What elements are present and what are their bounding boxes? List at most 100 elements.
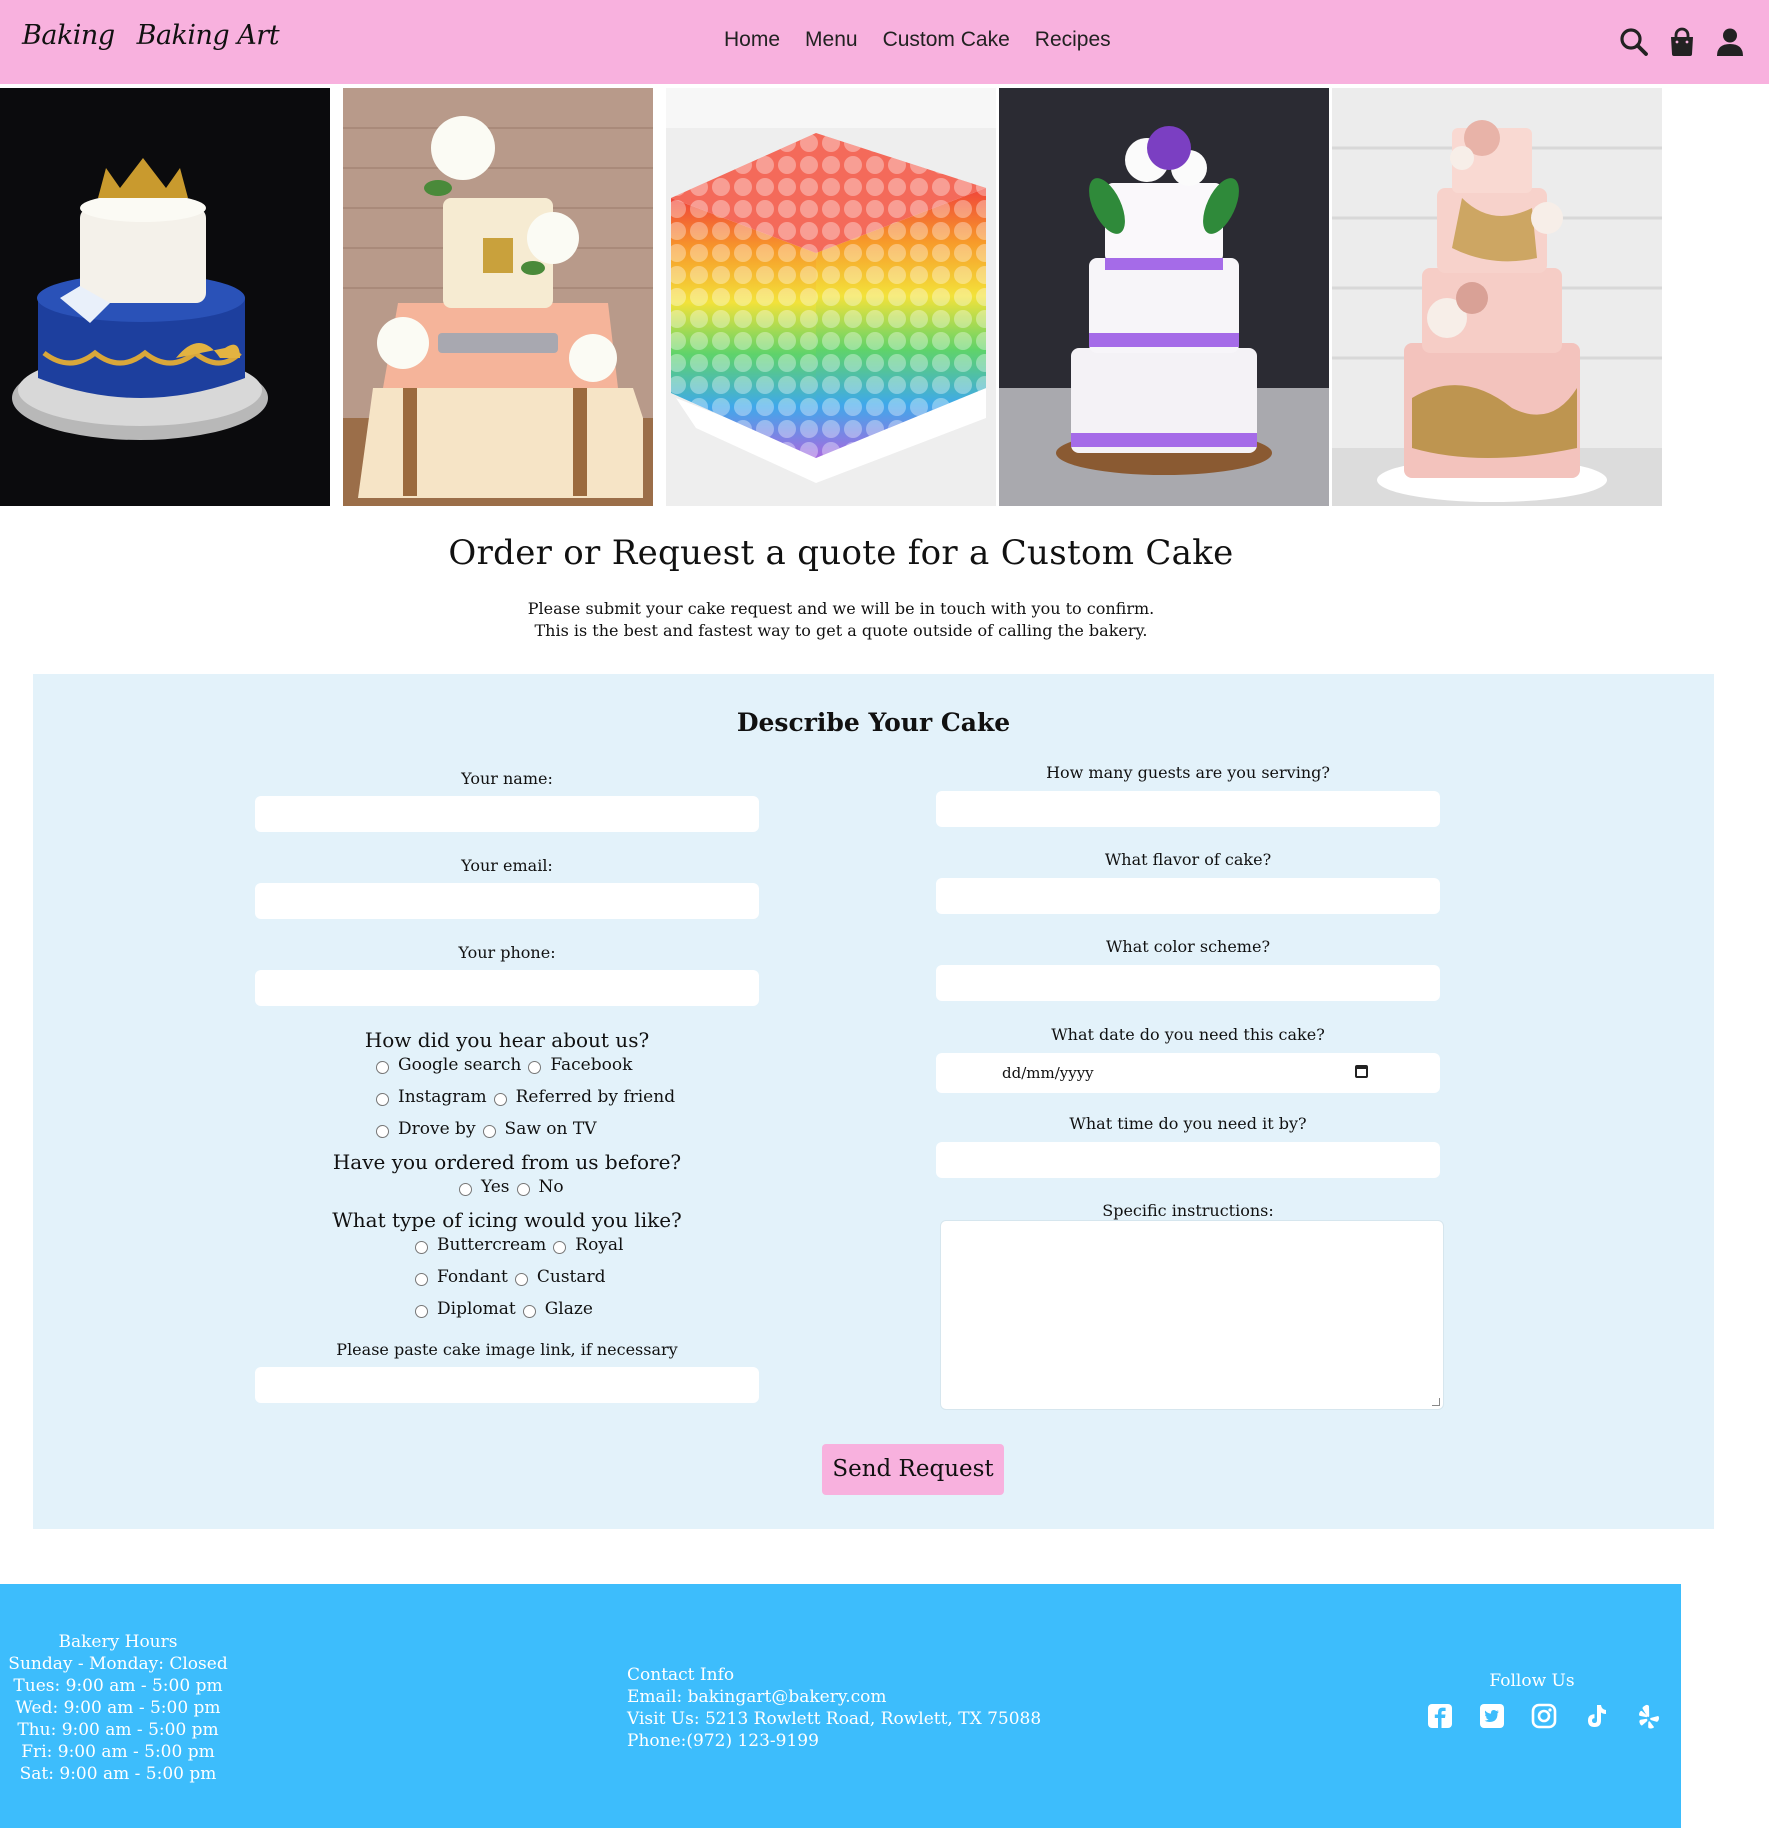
option-label: Glaze bbox=[544, 1299, 593, 1319]
image-link-input[interactable] bbox=[255, 1367, 759, 1403]
cake-gallery bbox=[0, 88, 1662, 506]
hours-line: Fri: 9:00 am - 5:00 pm bbox=[21, 1742, 215, 1762]
top-nav: Baking Baking Art Home Menu Custom Cake R… bbox=[0, 0, 1769, 84]
custom-cake-form: Describe Your Cake Your name: Your email… bbox=[33, 674, 1714, 1529]
phone-label: Your phone: bbox=[458, 943, 556, 962]
hours-line: Sat: 9:00 am - 5:00 pm bbox=[19, 1764, 217, 1784]
facebook-icon[interactable] bbox=[1426, 1702, 1454, 1730]
instructions-textarea[interactable] bbox=[940, 1220, 1444, 1410]
radio-button[interactable] bbox=[553, 1240, 567, 1254]
radio-button[interactable] bbox=[493, 1092, 507, 1106]
hear-options-row-1: Google search Facebook bbox=[376, 1055, 639, 1075]
radio-button[interactable] bbox=[528, 1060, 542, 1074]
radio-button[interactable] bbox=[415, 1272, 428, 1286]
hear-option-facebook[interactable]: Facebook bbox=[528, 1055, 632, 1075]
ordered-option-yes[interactable]: Yes bbox=[459, 1177, 510, 1197]
page-title: Order or Request a quote for a Custom Ca… bbox=[448, 533, 1234, 573]
logo-part-2: Baking Art bbox=[136, 20, 280, 51]
nav-link-home[interactable]: Home bbox=[724, 28, 780, 52]
ordered-option-no[interactable]: No bbox=[516, 1177, 564, 1197]
ordered-before-question: Have you ordered from us before? bbox=[332, 1150, 682, 1174]
contact-address: Visit Us: 5213 Rowlett Road, Rowlett, TX… bbox=[627, 1709, 1042, 1729]
site-logo[interactable]: Baking Baking Art bbox=[22, 20, 280, 51]
radio-button[interactable] bbox=[376, 1124, 389, 1138]
nav-link-recipes[interactable]: Recipes bbox=[1035, 28, 1111, 52]
instructions-label: Specific instructions: bbox=[1102, 1201, 1274, 1220]
hear-option-drove-by[interactable]: Drove by bbox=[376, 1119, 476, 1139]
icing-option-glaze[interactable]: Glaze bbox=[522, 1299, 593, 1319]
main-menu: Home Menu Custom Cake Recipes bbox=[724, 28, 1136, 52]
icing-options-row-3: Diplomat Glaze bbox=[415, 1299, 600, 1319]
icing-option-fondant[interactable]: Fondant bbox=[415, 1267, 508, 1287]
search-icon[interactable] bbox=[1619, 27, 1649, 57]
icing-option-royal[interactable]: Royal bbox=[553, 1235, 623, 1255]
option-label: Yes bbox=[481, 1177, 510, 1197]
radio-button[interactable] bbox=[522, 1304, 536, 1318]
cake-image-pink-gold bbox=[1332, 88, 1662, 506]
color-scheme-label: What color scheme? bbox=[1105, 937, 1271, 956]
time-label: What time do you need it by? bbox=[1069, 1114, 1307, 1133]
cake-image-purple-wedding bbox=[999, 88, 1329, 506]
hours-line: Wed: 9:00 am - 5:00 pm bbox=[15, 1698, 221, 1718]
flavor-input[interactable] bbox=[936, 878, 1440, 914]
send-request-button[interactable]: Send Request bbox=[822, 1444, 1004, 1495]
radio-button[interactable] bbox=[514, 1272, 528, 1286]
option-label: Buttercream bbox=[437, 1235, 547, 1255]
color-scheme-input[interactable] bbox=[936, 965, 1440, 1001]
twitter-icon[interactable] bbox=[1478, 1702, 1506, 1730]
nav-link-menu[interactable]: Menu bbox=[805, 28, 858, 52]
user-icon[interactable] bbox=[1715, 27, 1745, 57]
hear-option-tv[interactable]: Saw on TV bbox=[482, 1119, 597, 1139]
icing-option-diplomat[interactable]: Diplomat bbox=[415, 1299, 516, 1319]
instagram-icon[interactable] bbox=[1530, 1702, 1558, 1730]
calendar-icon[interactable] bbox=[1355, 1065, 1368, 1078]
hear-option-referred[interactable]: Referred by friend bbox=[493, 1087, 675, 1107]
radio-button[interactable] bbox=[415, 1304, 428, 1318]
tiktok-icon[interactable] bbox=[1582, 1702, 1610, 1730]
contact-email[interactable]: Email: bakingart@bakery.com bbox=[627, 1686, 1041, 1708]
hear-options-row-3: Drove by Saw on TV bbox=[376, 1119, 604, 1139]
cake-image-rainbow-cube bbox=[666, 88, 996, 506]
resize-handle-icon[interactable] bbox=[1432, 1398, 1440, 1406]
option-label: Royal bbox=[575, 1235, 624, 1255]
radio-button[interactable] bbox=[459, 1182, 472, 1196]
radio-button[interactable] bbox=[415, 1240, 428, 1254]
option-label: Instagram bbox=[398, 1087, 487, 1107]
hours-title: Bakery Hours bbox=[58, 1632, 178, 1652]
icing-option-buttercream[interactable]: Buttercream bbox=[415, 1235, 546, 1255]
option-label: No bbox=[538, 1177, 564, 1197]
hear-about-question: How did you hear about us? bbox=[364, 1028, 650, 1052]
social-links bbox=[1412, 1702, 1660, 1734]
hear-option-google[interactable]: Google search bbox=[376, 1055, 521, 1075]
hours-line: Tues: 9:00 am - 5:00 pm bbox=[13, 1676, 223, 1696]
date-input[interactable]: dd/mm/yyyy bbox=[936, 1053, 1440, 1093]
option-label: Saw on TV bbox=[504, 1119, 597, 1139]
hear-option-instagram[interactable]: Instagram bbox=[376, 1087, 487, 1107]
option-label: Facebook bbox=[550, 1055, 633, 1075]
image-link-label: Please paste cake image link, if necessa… bbox=[336, 1340, 678, 1359]
radio-button[interactable] bbox=[376, 1092, 389, 1106]
yelp-icon[interactable] bbox=[1634, 1702, 1662, 1730]
option-label: Google search bbox=[398, 1055, 522, 1075]
shopping-bag-icon[interactable] bbox=[1667, 27, 1697, 57]
hear-options-row-2: Instagram Referred by friend bbox=[376, 1087, 682, 1107]
name-label: Your name: bbox=[461, 769, 553, 788]
form-title: Describe Your Cake bbox=[736, 708, 1011, 737]
name-input[interactable] bbox=[255, 796, 759, 832]
radio-button[interactable] bbox=[376, 1060, 389, 1074]
icing-option-custard[interactable]: Custard bbox=[514, 1267, 606, 1287]
email-label: Your email: bbox=[461, 856, 553, 875]
radio-button[interactable] bbox=[516, 1182, 530, 1196]
radio-button[interactable] bbox=[482, 1124, 496, 1138]
ordered-options-row: Yes No bbox=[459, 1177, 571, 1197]
phone-input[interactable] bbox=[255, 970, 759, 1006]
option-label: Diplomat bbox=[437, 1299, 516, 1319]
nav-link-custom-cake[interactable]: Custom Cake bbox=[883, 28, 1010, 52]
time-input[interactable] bbox=[936, 1142, 1440, 1178]
intro-line-1: Please submit your cake request and we w… bbox=[527, 599, 1155, 618]
email-input[interactable] bbox=[255, 883, 759, 919]
guests-input[interactable] bbox=[936, 791, 1440, 827]
contact-phone[interactable]: Phone:(972) 123-9199 bbox=[627, 1730, 1041, 1752]
guests-label: How many guests are you serving? bbox=[1046, 763, 1330, 782]
icing-question: What type of icing would you like? bbox=[332, 1208, 682, 1232]
